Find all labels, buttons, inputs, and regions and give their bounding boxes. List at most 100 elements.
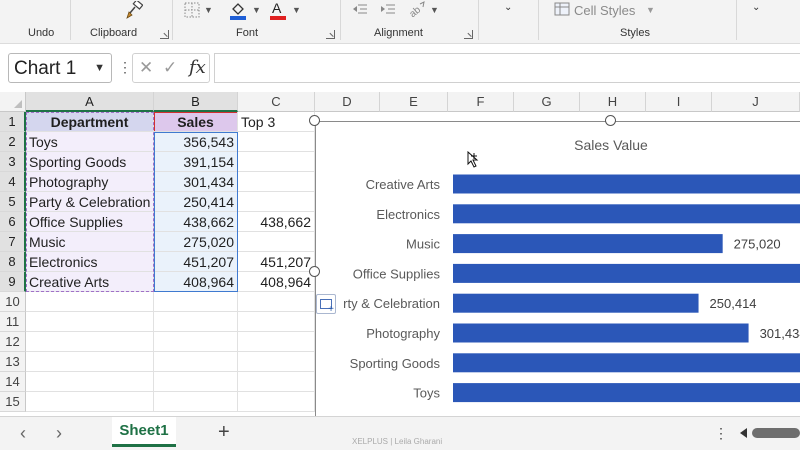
chevron-down-icon[interactable]: ▼ bbox=[646, 5, 655, 15]
font-color-icon[interactable]: A bbox=[268, 0, 288, 20]
cell-empty[interactable] bbox=[26, 352, 154, 372]
cell-empty[interactable] bbox=[154, 312, 238, 332]
data-label[interactable]: 275,020 bbox=[734, 237, 781, 252]
quick-layout-icon[interactable] bbox=[316, 294, 336, 315]
cell-styles-label[interactable]: Cell Styles bbox=[574, 3, 635, 18]
cell-department[interactable]: Creative Arts bbox=[26, 272, 154, 292]
sheet-tab[interactable]: Sheet1 bbox=[112, 417, 176, 447]
chevron-down-icon[interactable]: ▼ bbox=[430, 5, 439, 15]
chart-resize-handle-left[interactable] bbox=[309, 266, 320, 277]
column-header-b[interactable]: B bbox=[154, 92, 238, 112]
cancel-icon[interactable]: ✕ bbox=[139, 58, 153, 78]
select-all-corner[interactable] bbox=[0, 92, 26, 112]
column-header-f[interactable]: F bbox=[448, 92, 514, 112]
cell-empty[interactable] bbox=[154, 372, 238, 392]
cell-empty[interactable] bbox=[238, 352, 315, 372]
bar-electronics[interactable] bbox=[453, 204, 800, 224]
column-header-j[interactable]: J bbox=[712, 92, 800, 112]
chart-resize-handle-top-left[interactable] bbox=[309, 115, 320, 126]
cell-department[interactable]: Photography bbox=[26, 172, 154, 192]
cell-top3[interactable] bbox=[238, 172, 315, 192]
data-label[interactable]: 301,434 bbox=[760, 326, 800, 341]
cell-empty[interactable] bbox=[26, 292, 154, 312]
row-header-13[interactable]: 13 bbox=[0, 352, 26, 372]
cell-empty[interactable] bbox=[238, 332, 315, 352]
category-label[interactable]: rty & Celebration bbox=[343, 296, 440, 311]
cell-top3[interactable] bbox=[238, 152, 315, 172]
cell-empty[interactable] bbox=[26, 332, 154, 352]
chart-area[interactable]: Sales Value Creative Arts Electronics Music… bbox=[315, 121, 800, 417]
column-header-c[interactable]: C bbox=[238, 92, 315, 112]
chevron-down-icon[interactable]: ▼ bbox=[252, 5, 261, 15]
chevron-down-icon[interactable]: ▼ bbox=[204, 5, 213, 15]
chevron-left-icon[interactable]: ‹ bbox=[20, 423, 26, 444]
cell-department[interactable]: Toys bbox=[26, 132, 154, 152]
category-label[interactable]: Photography bbox=[366, 326, 440, 341]
cell-top3[interactable]: 438,662 bbox=[238, 212, 315, 232]
header-cell-top3[interactable]: Top 3 bbox=[238, 112, 315, 132]
more-options-icon[interactable]: ⋮ bbox=[714, 425, 728, 442]
chevron-right-icon[interactable]: › bbox=[56, 423, 62, 444]
cell-department[interactable]: Electronics bbox=[26, 252, 154, 272]
cell-empty[interactable] bbox=[154, 352, 238, 372]
add-sheet-button[interactable]: + bbox=[218, 421, 230, 444]
row-header-11[interactable]: 11 bbox=[0, 312, 26, 332]
chevron-down-icon[interactable]: ▼ bbox=[292, 5, 301, 15]
row-header-4[interactable]: 4 bbox=[0, 172, 26, 192]
increase-indent-icon[interactable] bbox=[380, 3, 396, 17]
scroll-left-icon[interactable] bbox=[740, 428, 747, 438]
row-header-12[interactable]: 12 bbox=[0, 332, 26, 352]
category-label[interactable]: Office Supplies bbox=[353, 266, 441, 281]
decrease-indent-icon[interactable] bbox=[352, 3, 368, 17]
cell-empty[interactable] bbox=[238, 312, 315, 332]
bar-toys[interactable] bbox=[453, 383, 800, 403]
cell-department[interactable]: Office Supplies bbox=[26, 212, 154, 232]
bar-music[interactable] bbox=[453, 234, 723, 254]
column-header-h[interactable]: H bbox=[580, 92, 646, 112]
category-label[interactable]: Sporting Goods bbox=[350, 356, 441, 371]
bar-sporting-goods[interactable] bbox=[453, 353, 800, 373]
cell-empty[interactable] bbox=[238, 392, 315, 412]
font-launcher-icon[interactable] bbox=[326, 30, 335, 39]
cell-top3[interactable] bbox=[238, 192, 315, 212]
cell-empty[interactable] bbox=[238, 292, 315, 312]
cell-top3[interactable]: 408,964 bbox=[238, 272, 315, 292]
cell-department[interactable]: Music bbox=[26, 232, 154, 252]
row-header-7[interactable]: 7 bbox=[0, 232, 26, 252]
category-label[interactable]: Toys bbox=[413, 386, 440, 401]
cell-empty[interactable] bbox=[26, 372, 154, 392]
fill-color-icon[interactable] bbox=[228, 0, 248, 20]
cell-top3[interactable] bbox=[238, 132, 315, 152]
chart-resize-handle-top[interactable] bbox=[605, 115, 616, 126]
cell-top3[interactable]: 451,207 bbox=[238, 252, 315, 272]
chart-title[interactable]: Sales Value bbox=[574, 137, 648, 153]
cell-department[interactable]: Party & Celebration bbox=[26, 192, 154, 212]
header-cell-sales[interactable]: Sales bbox=[154, 112, 238, 132]
row-header-15[interactable]: 15 bbox=[0, 392, 26, 412]
category-label[interactable]: Electronics bbox=[376, 207, 440, 222]
cell-empty[interactable] bbox=[238, 372, 315, 392]
bar-office-supplies[interactable] bbox=[453, 263, 800, 283]
enter-icon[interactable]: ✓ bbox=[163, 58, 177, 78]
bar-photography[interactable] bbox=[453, 323, 749, 343]
orientation-icon[interactable]: ab bbox=[408, 1, 426, 17]
alignment-launcher-icon[interactable] bbox=[464, 30, 473, 39]
category-label[interactable]: Music bbox=[406, 237, 440, 252]
row-header-8[interactable]: 8 bbox=[0, 252, 26, 272]
bar-chart[interactable]: Sales Value Creative Arts Electronics Music… bbox=[316, 122, 800, 418]
chevron-down-icon[interactable]: ⌄ bbox=[504, 2, 512, 13]
borders-icon[interactable] bbox=[184, 2, 200, 18]
cell-empty[interactable] bbox=[26, 312, 154, 332]
row-header-2[interactable]: 2 bbox=[0, 132, 26, 152]
column-header-d[interactable]: D bbox=[315, 92, 380, 112]
bar-creative-arts[interactable] bbox=[453, 174, 800, 194]
horizontal-scrollbar[interactable] bbox=[752, 428, 800, 438]
cell-empty[interactable] bbox=[154, 392, 238, 412]
column-header-g[interactable]: G bbox=[514, 92, 580, 112]
cell-empty[interactable] bbox=[154, 292, 238, 312]
chevron-down-icon[interactable]: ⌄ bbox=[752, 2, 760, 13]
row-header-10[interactable]: 10 bbox=[0, 292, 26, 312]
more-options-icon[interactable]: ⋮ bbox=[118, 59, 132, 76]
formula-input[interactable] bbox=[214, 53, 800, 83]
data-label[interactable]: 250,414 bbox=[710, 296, 757, 311]
